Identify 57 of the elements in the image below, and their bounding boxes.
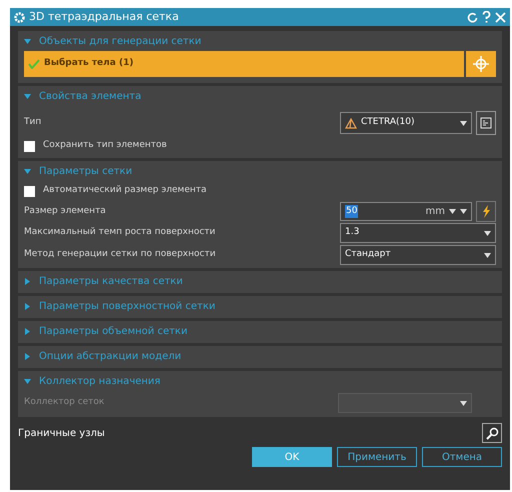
section-header[interactable]: Свойства элемента (24, 86, 142, 106)
expanded-triangle-icon (24, 168, 31, 174)
dialog-button[interactable]: Отмена (422, 447, 502, 467)
collapsed-triangle-icon (24, 352, 31, 360)
expanded-triangle-icon (24, 38, 31, 44)
field-label: Метод генерации сетки по поверхности (24, 248, 216, 262)
expanded-triangle-icon (24, 92, 31, 100)
search-icon (486, 426, 498, 440)
dropdown-caret-icon (460, 120, 467, 126)
tetrahedron-icon (345, 118, 357, 128)
dropdown[interactable]: Стандарт (340, 245, 496, 265)
crosshair-icon (473, 56, 489, 72)
selection-label: Выбрать тела (1) (44, 57, 134, 70)
gear-icon (14, 12, 25, 22)
section-header[interactable]: Объекты для генерации сетки (24, 31, 202, 51)
lightning-button[interactable] (476, 201, 496, 222)
field-label: Размер элемента (24, 204, 106, 218)
dropdown-caret-icon (484, 252, 491, 258)
dropdown-caret-icon (484, 230, 491, 236)
list-icon (480, 117, 492, 129)
dialog-button[interactable]: OK (252, 447, 332, 467)
section-header[interactable]: Параметры качества сетки (24, 271, 183, 291)
lightning-icon (482, 205, 490, 218)
field-label: Сохранить тип элементов (43, 139, 167, 152)
collapsed-triangle-icon (24, 278, 31, 284)
element-type-dropdown[interactable]: CTETRA(10) (340, 112, 472, 134)
search-button[interactable] (482, 423, 502, 443)
dropdown-caret-icon (460, 400, 467, 406)
dialog-button[interactable]: Применить (337, 447, 417, 467)
reset-icon[interactable] (467, 12, 478, 22)
section-header[interactable]: Параметры объемной сетки (24, 321, 188, 341)
dropdown-value: CTETRA(10) (361, 116, 416, 130)
help-icon[interactable] (482, 11, 491, 23)
close-icon[interactable] (495, 12, 506, 22)
field-label: Максимальный темп роста поверхности (24, 226, 216, 240)
window-title: 3D тетраэдральная сетка (29, 8, 180, 25)
dropdown-value: Стандарт (345, 248, 392, 262)
expanded-triangle-icon (24, 378, 31, 384)
boundary-nodes-label: Граничные узлы (18, 426, 105, 440)
collapsed-triangle-icon (24, 328, 31, 334)
field-value: 50 (345, 204, 358, 218)
size-field[interactable]: 50 mm (340, 202, 472, 221)
unit-label: mm (426, 205, 445, 219)
field-label: Тип (24, 116, 42, 130)
section-header[interactable]: Коллектор назначения (24, 371, 160, 391)
selection-bar[interactable]: Выбрать тела (1) (24, 51, 464, 77)
collapsed-triangle-icon (24, 302, 31, 310)
checkbox[interactable] (24, 140, 35, 152)
field-label: Коллектор сеток (24, 396, 104, 410)
checkbox[interactable] (24, 186, 35, 196)
dropdown[interactable]: 1.3 (340, 223, 496, 243)
section-header[interactable]: Параметры поверхностной сетки (24, 296, 216, 316)
list-button[interactable] (476, 111, 496, 135)
section-header[interactable]: Опции абстракции модели (24, 346, 182, 366)
section-header[interactable]: Параметры сетки (24, 161, 132, 181)
field-label: Автоматический размер элемента (43, 184, 207, 198)
dropdown-value: 1.3 (345, 226, 360, 240)
